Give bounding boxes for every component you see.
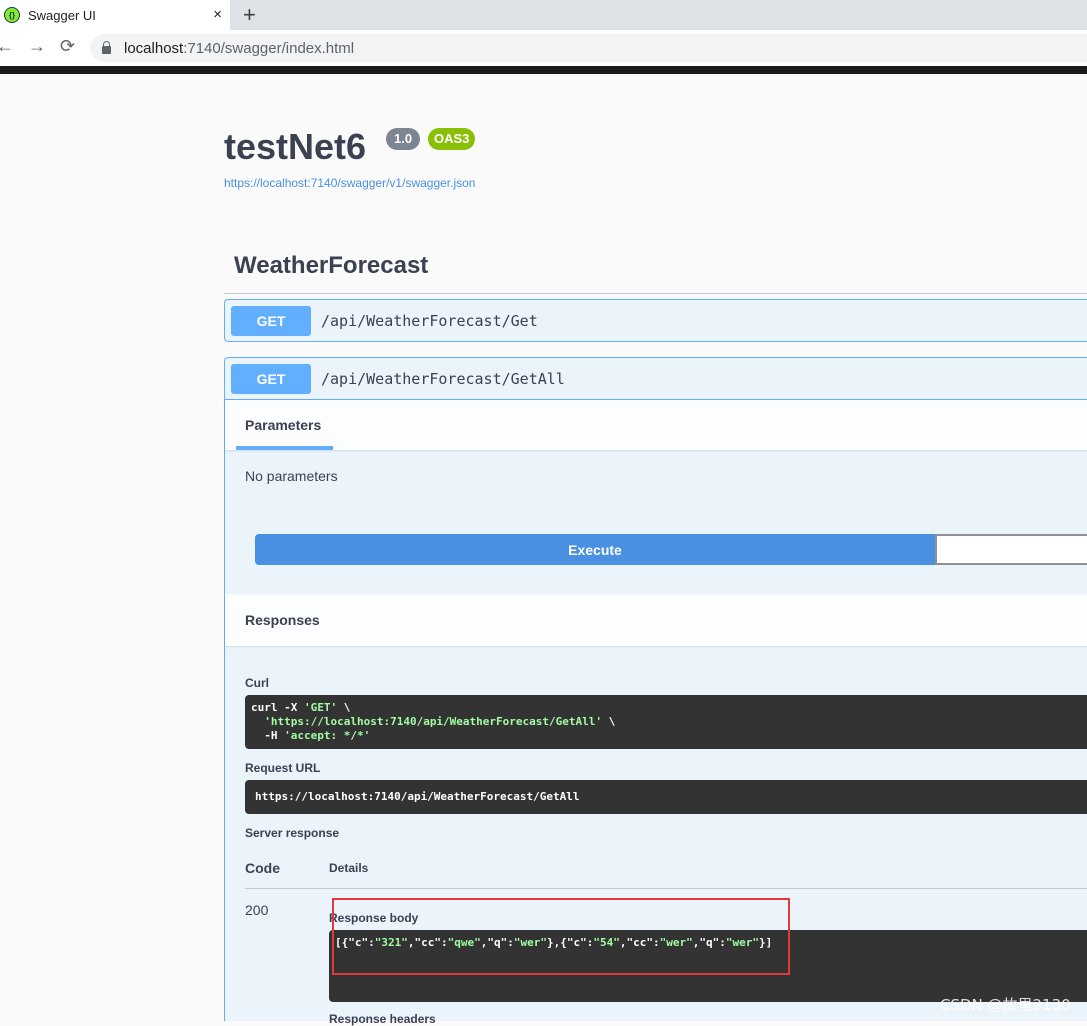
watermark: CSDN @故里2130 [940,996,1071,1014]
swagger-favicon-icon: {} [4,7,20,23]
request-url[interactable]: https://localhost:7140/api/WeatherForeca… [245,780,1087,814]
swagger-topbar [0,66,1087,74]
method-badge: GET [231,306,311,336]
responses-header: Responses [225,594,1087,646]
url-path: :7140/swagger/index.html [183,39,355,57]
spec-link[interactable]: https://localhost:7140/swagger/v1/swagge… [224,176,475,190]
operation-get[interactable]: GET /api/WeatherForecast/Get [224,299,1087,342]
table-divider [245,888,1087,889]
curl-method: 'GET' [303,701,338,714]
tab-parameters[interactable]: Parameters [245,417,321,433]
tag-divider [224,293,1087,294]
responses-title: Responses [245,612,320,628]
tag-title[interactable]: WeatherForecast [234,252,428,280]
operation-path: /api/WeatherForecast/GetAll [321,369,565,388]
server-response-label: Server response [245,826,340,840]
close-icon[interactable]: × [213,6,222,23]
curl-url: 'https://localhost:7140/api/WeatherForec… [264,715,603,728]
address-bar[interactable]: localhost:7140/swagger/index.html [90,34,1087,62]
operation-getall: GET /api/WeatherForecast/GetAll Paramete… [224,357,1087,1026]
details-header: Details [329,861,369,875]
no-parameters-text: No parameters [245,468,338,484]
forward-icon[interactable]: → [28,36,46,57]
curl-flag: -H [264,729,285,742]
api-title: testNet6 [224,126,367,167]
operation-summary[interactable]: GET /api/WeatherForecast/GetAll [225,358,1087,400]
browser-tab-strip: {} Swagger UI × + [0,0,1087,30]
curl-cont: \ [337,701,351,714]
browser-tab[interactable]: {} Swagger UI × [0,0,230,30]
curl-cmd: curl -X [251,701,304,714]
operation-summary[interactable]: GET /api/WeatherForecast/Get [225,300,1087,342]
curl-cont: \ [602,715,616,728]
operation-path: /api/WeatherForecast/Get [321,312,538,330]
version-badge: 1.0 [386,128,421,150]
lock-icon [102,40,111,54]
curl-block[interactable]: curl -X 'GET' \ 'https://localhost:7140/… [245,695,1087,749]
back-icon[interactable]: ← [0,36,14,57]
request-url-label: Request URL [245,761,321,775]
curl-label: Curl [245,676,269,690]
status-code: 200 [245,902,269,918]
curl-header: 'accept: */*' [284,729,371,742]
response-headers-label: Response headers [329,1012,436,1026]
tab-underline [236,446,333,450]
tab-title: Swagger UI [28,7,96,23]
highlight-box [332,898,790,975]
new-tab-icon[interactable]: + [243,2,256,28]
browser-toolbar: ← → ⟳ localhost:7140/swagger/index.html [0,30,1087,66]
url-host: localhost [124,39,184,57]
execute-button[interactable]: Execute [255,534,935,565]
oas-badge: OAS3 [428,128,476,150]
method-badge: GET [231,363,311,394]
reload-icon[interactable]: ⟳ [60,36,75,57]
parameters-header: Parameters [225,400,1087,450]
clear-button[interactable] [935,534,1087,565]
code-header: Code [245,860,280,876]
